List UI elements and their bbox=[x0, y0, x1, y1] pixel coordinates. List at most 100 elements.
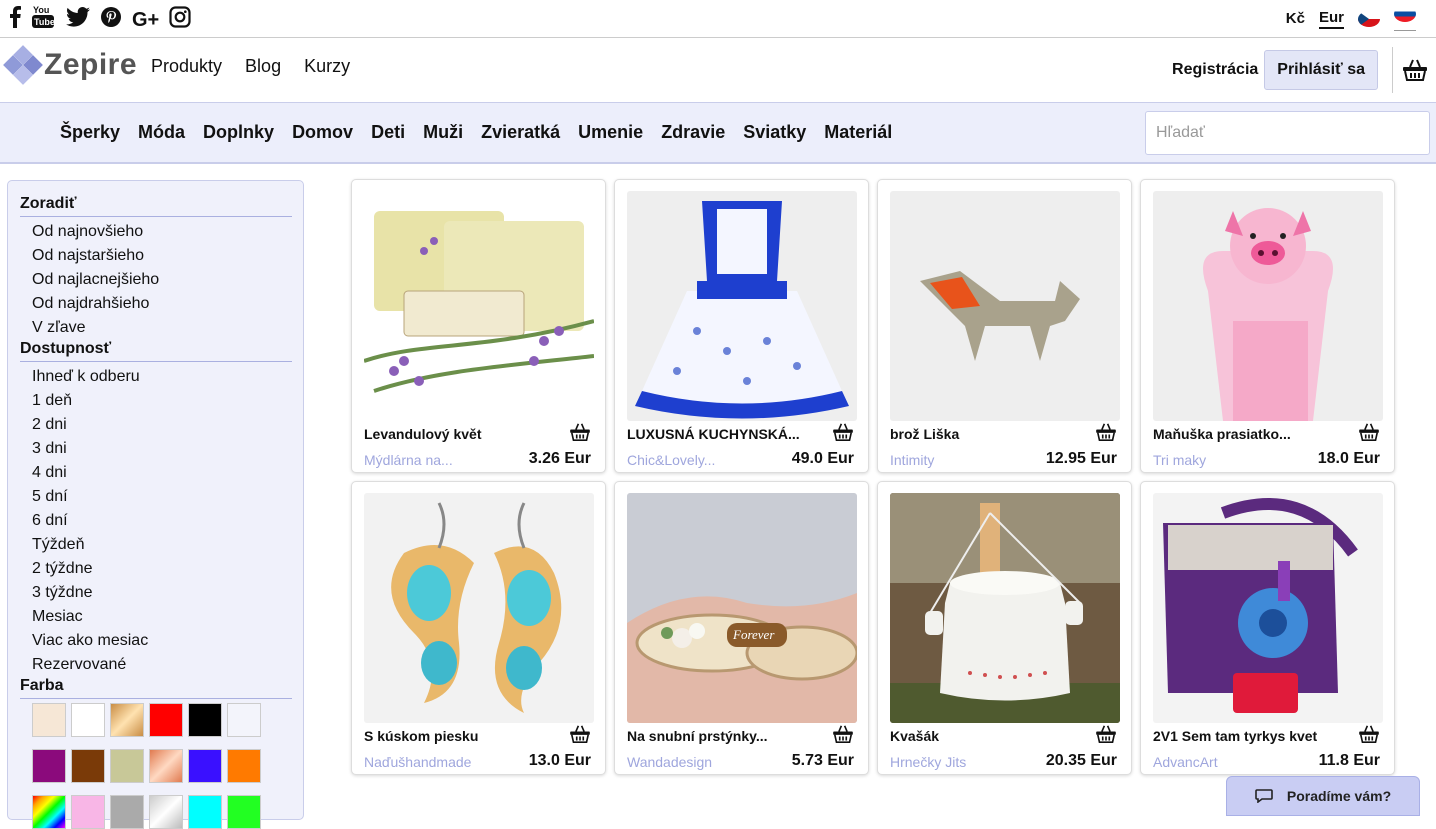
add-to-cart-icon[interactable] bbox=[832, 423, 854, 446]
product-card[interactable]: S kúskom piesku Naďušhandmade 13.0 Eur bbox=[351, 481, 606, 775]
instagram-icon[interactable] bbox=[169, 6, 191, 34]
color-swatch[interactable] bbox=[32, 749, 66, 783]
product-image[interactable] bbox=[364, 493, 594, 723]
sort-option[interactable]: Od najstaršieho bbox=[20, 244, 291, 268]
facebook-icon[interactable] bbox=[8, 6, 22, 34]
color-swatch[interactable] bbox=[188, 703, 222, 737]
register-link[interactable]: Registrácia bbox=[1172, 61, 1258, 79]
google-plus-icon[interactable]: G+ bbox=[132, 8, 159, 32]
availability-option[interactable]: 3 dni bbox=[20, 437, 291, 461]
availability-option[interactable]: 6 dní bbox=[20, 509, 291, 533]
pinterest-icon[interactable] bbox=[100, 6, 122, 34]
slovak-flag-wrap[interactable] bbox=[1394, 6, 1416, 31]
product-shop[interactable]: Hrnečky Jits bbox=[890, 754, 966, 770]
color-swatch[interactable] bbox=[227, 703, 261, 737]
product-card[interactable]: brož Liška Intimity 12.95 Eur bbox=[877, 179, 1132, 473]
category-item[interactable]: Móda bbox=[138, 122, 185, 143]
product-card[interactable]: 2V1 Sem tam tyrkys kvet AdvancArt 11.8 Eur bbox=[1140, 481, 1395, 775]
product-card[interactable]: Maňuška prasiatko... Tri maky 18.0 Eur bbox=[1140, 179, 1395, 473]
product-card[interactable]: Forever Na snubní prstýnky... Wandadesign 5… bbox=[614, 481, 869, 775]
category-item[interactable]: Doplnky bbox=[203, 122, 274, 143]
color-swatch[interactable] bbox=[71, 703, 105, 737]
availability-option[interactable]: Týždeň bbox=[20, 533, 291, 557]
product-card[interactable]: Kvašák Hrnečky Jits 20.35 Eur bbox=[877, 481, 1132, 775]
nav-blog[interactable]: Blog bbox=[245, 56, 281, 77]
product-shop[interactable]: Naďušhandmade bbox=[364, 754, 471, 770]
sort-option[interactable]: Od najnovšieho bbox=[20, 220, 291, 244]
product-image[interactable] bbox=[364, 191, 594, 421]
availability-option[interactable]: 2 dni bbox=[20, 413, 291, 437]
chat-button[interactable]: Poradíme vám? bbox=[1226, 776, 1420, 816]
category-item[interactable]: Umenie bbox=[578, 122, 643, 143]
category-item[interactable]: Sviatky bbox=[743, 122, 806, 143]
availability-option[interactable]: Ihneď k odberu bbox=[20, 365, 291, 389]
product-name[interactable]: 2V1 Sem tam tyrkys kvet bbox=[1153, 728, 1343, 744]
add-to-cart-icon[interactable] bbox=[832, 725, 854, 748]
add-to-cart-icon[interactable] bbox=[569, 423, 591, 446]
nav-produkty[interactable]: Produkty bbox=[151, 56, 222, 77]
product-shop[interactable]: AdvancArt bbox=[1153, 754, 1218, 770]
product-name[interactable]: LUXUSNÁ KUCHYNSKÁ... bbox=[627, 426, 817, 442]
youtube-icon[interactable]: You Tube bbox=[32, 4, 56, 36]
product-image[interactable] bbox=[627, 191, 857, 421]
sort-option[interactable]: Od najdrahšieho bbox=[20, 292, 291, 316]
currency-czk[interactable]: Kč bbox=[1286, 10, 1305, 27]
twitter-icon[interactable] bbox=[66, 7, 90, 33]
availability-option[interactable]: 4 dni bbox=[20, 461, 291, 485]
color-swatch[interactable] bbox=[188, 749, 222, 783]
category-item[interactable]: Šperky bbox=[60, 122, 120, 143]
site-logo[interactable]: Zepire bbox=[3, 45, 137, 85]
availability-option[interactable]: Rezervované bbox=[20, 653, 291, 677]
add-to-cart-icon[interactable] bbox=[1358, 725, 1380, 748]
product-shop[interactable]: Mýdlárna na... bbox=[364, 452, 453, 468]
product-image[interactable] bbox=[890, 493, 1120, 723]
product-shop[interactable]: Chic&Lovely... bbox=[627, 452, 715, 468]
category-item[interactable]: Zvieratká bbox=[481, 122, 560, 143]
availability-option[interactable]: Mesiac bbox=[20, 605, 291, 629]
sort-option[interactable]: Od najlacnejšieho bbox=[20, 268, 291, 292]
availability-option[interactable]: Viac ako mesiac bbox=[20, 629, 291, 653]
category-item[interactable]: Domov bbox=[292, 122, 353, 143]
color-swatch[interactable] bbox=[188, 795, 222, 829]
product-name[interactable]: Kvašák bbox=[890, 728, 1080, 744]
availability-option[interactable]: 5 dní bbox=[20, 485, 291, 509]
availability-option[interactable]: 3 týždne bbox=[20, 581, 291, 605]
product-name[interactable]: Na snubní prstýnky... bbox=[627, 728, 817, 744]
color-swatch[interactable] bbox=[110, 703, 144, 737]
add-to-cart-icon[interactable] bbox=[569, 725, 591, 748]
color-swatch[interactable] bbox=[227, 795, 261, 829]
add-to-cart-icon[interactable] bbox=[1095, 725, 1117, 748]
color-swatch[interactable] bbox=[149, 795, 183, 829]
category-item[interactable]: Zdravie bbox=[661, 122, 725, 143]
category-item[interactable]: Materiál bbox=[824, 122, 892, 143]
availability-option[interactable]: 2 týždne bbox=[20, 557, 291, 581]
color-swatch[interactable] bbox=[227, 749, 261, 783]
product-name[interactable]: brož Liška bbox=[890, 426, 1080, 442]
product-shop[interactable]: Tri maky bbox=[1153, 452, 1206, 468]
product-image[interactable] bbox=[890, 191, 1120, 421]
sort-option[interactable]: V zľave bbox=[20, 316, 291, 340]
currency-eur[interactable]: Eur bbox=[1318, 9, 1344, 29]
category-item[interactable]: Muži bbox=[423, 122, 463, 143]
color-swatch[interactable] bbox=[32, 795, 66, 829]
product-card[interactable]: LUXUSNÁ KUCHYNSKÁ... Chic&Lovely... 49.0 E… bbox=[614, 179, 869, 473]
product-image[interactable] bbox=[1153, 493, 1383, 723]
nav-kurzy[interactable]: Kurzy bbox=[304, 56, 350, 77]
color-swatch[interactable] bbox=[110, 795, 144, 829]
login-button[interactable]: Prihlásiť sa bbox=[1264, 50, 1378, 90]
add-to-cart-icon[interactable] bbox=[1358, 423, 1380, 446]
color-swatch[interactable] bbox=[149, 749, 183, 783]
category-item[interactable]: Deti bbox=[371, 122, 405, 143]
search-input[interactable] bbox=[1145, 111, 1430, 155]
color-swatch[interactable] bbox=[71, 795, 105, 829]
product-name[interactable]: Maňuška prasiatko... bbox=[1153, 426, 1343, 442]
product-card[interactable]: Levandulový květ Mýdlárna na... 3.26 Eur bbox=[351, 179, 606, 473]
color-swatch[interactable] bbox=[32, 703, 66, 737]
czech-flag-icon[interactable] bbox=[1358, 10, 1380, 27]
add-to-cart-icon[interactable] bbox=[1095, 423, 1117, 446]
cart-button[interactable] bbox=[1392, 47, 1436, 93]
product-image[interactable] bbox=[1153, 191, 1383, 421]
product-name[interactable]: Levandulový květ bbox=[364, 426, 554, 442]
color-swatch[interactable] bbox=[110, 749, 144, 783]
availability-option[interactable]: 1 deň bbox=[20, 389, 291, 413]
